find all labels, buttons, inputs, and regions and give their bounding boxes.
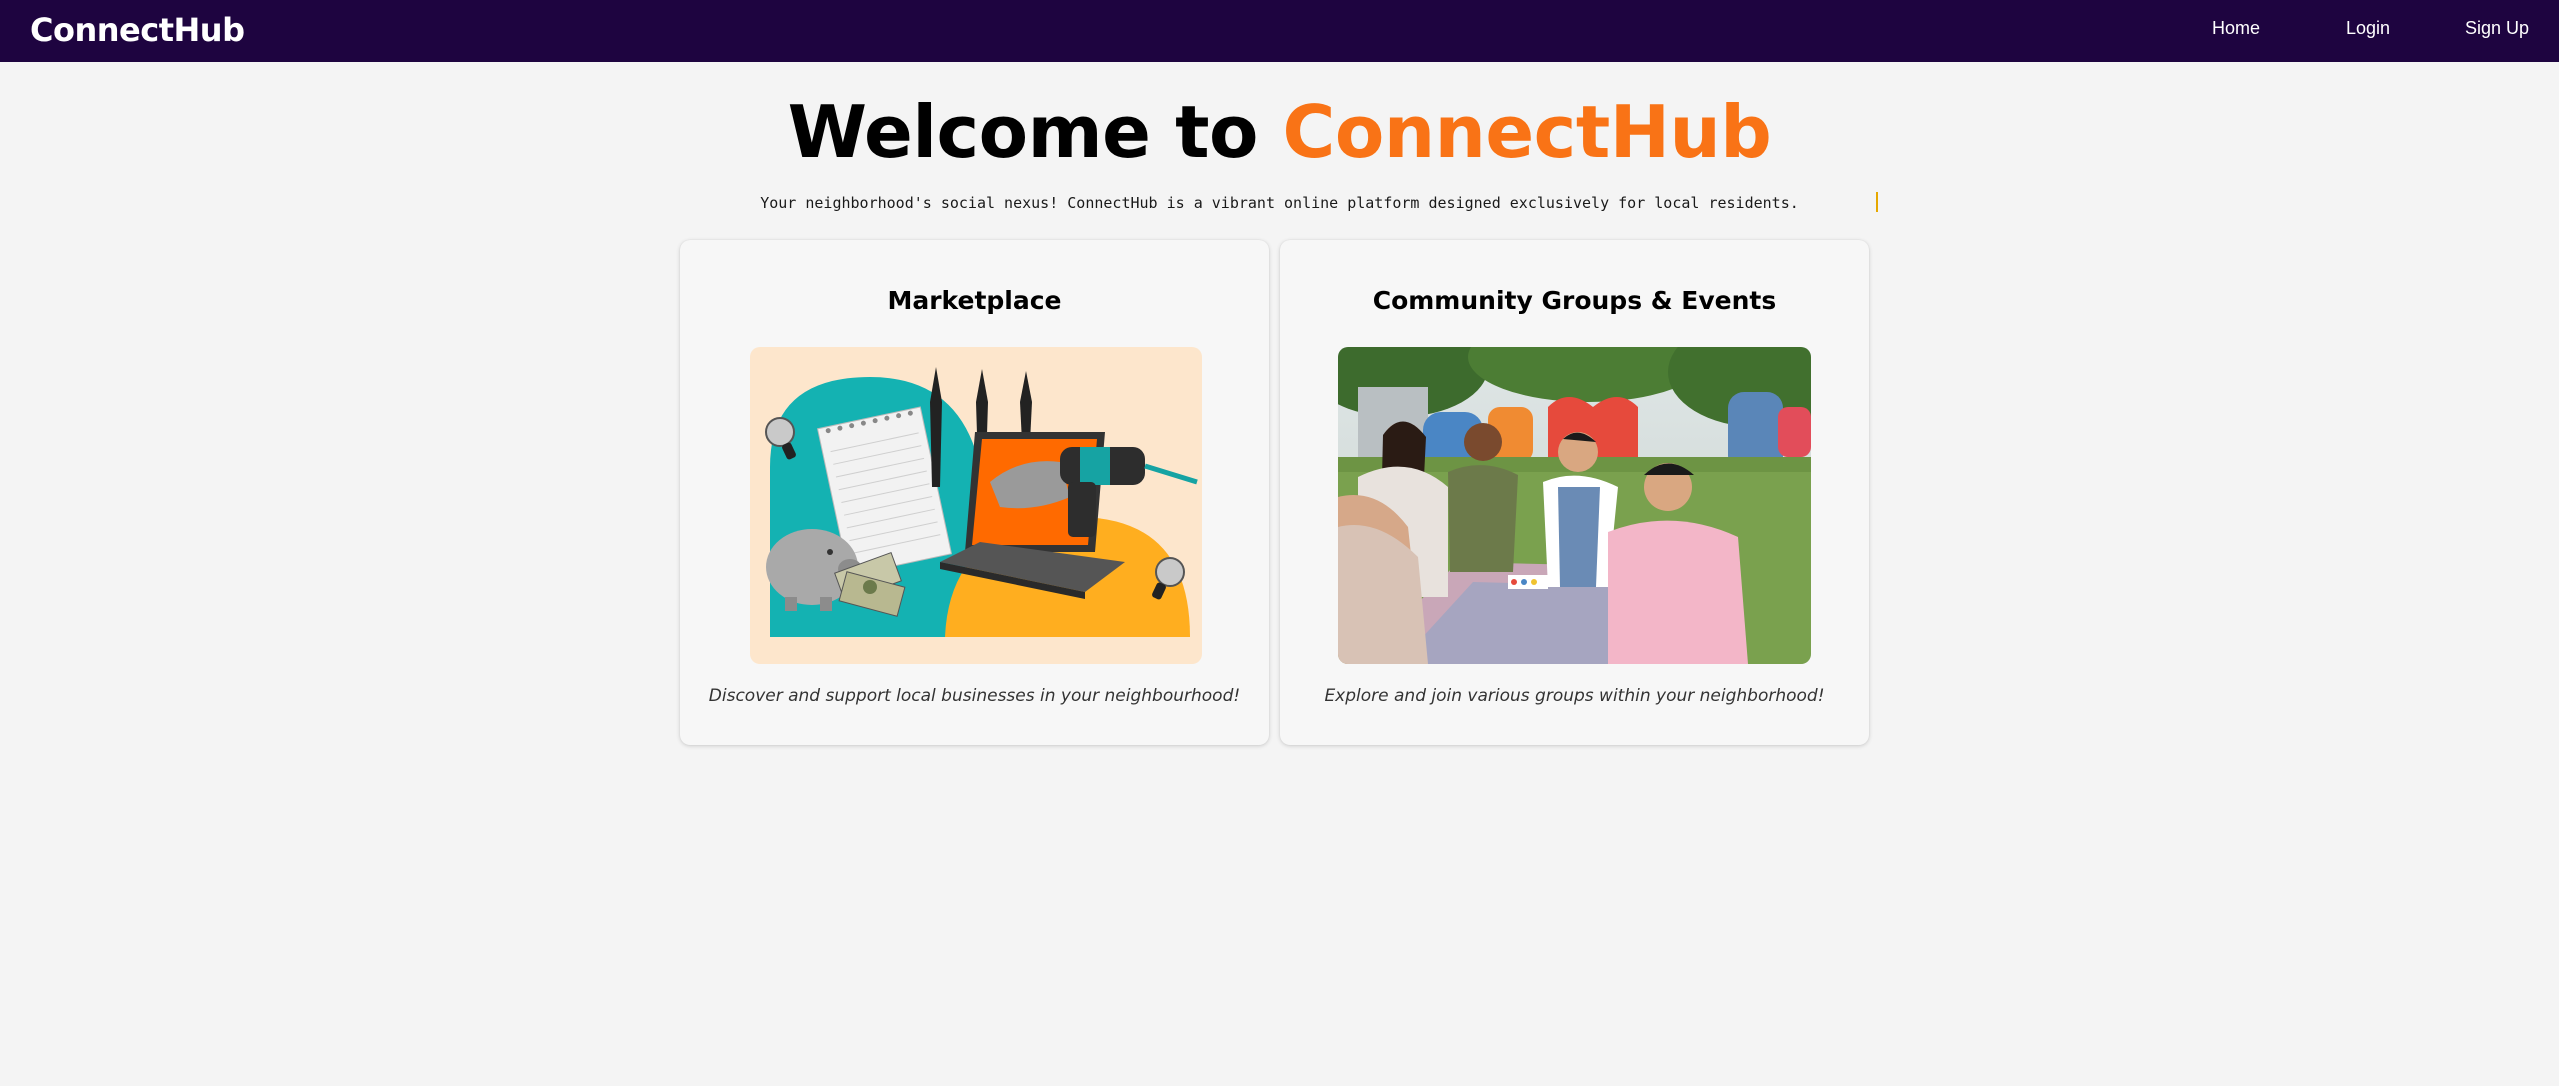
nav-home-link[interactable]: Home bbox=[2212, 18, 2260, 39]
top-navbar: ConnectHub Home Login Sign Up bbox=[0, 0, 2559, 62]
hero-title: Welcome to ConnectHub bbox=[0, 90, 2559, 174]
typing-cursor bbox=[1876, 192, 1878, 212]
hero-title-accent: ConnectHub bbox=[1282, 90, 1772, 174]
community-groups-card-description: Explore and join various groups within y… bbox=[1324, 686, 1825, 706]
community-groups-card-title: Community Groups & Events bbox=[1372, 286, 1777, 315]
brand-logo[interactable]: ConnectHub bbox=[30, 11, 245, 49]
marketplace-collage-image bbox=[750, 347, 1202, 664]
marketplace-card-title: Marketplace bbox=[887, 286, 1062, 315]
community-groups-card[interactable]: Community Groups & Events Explore and jo… bbox=[1280, 240, 1869, 745]
marketplace-card[interactable]: Marketplace Discover and support local b… bbox=[680, 240, 1269, 745]
marketplace-card-description: Discover and support local businesses in… bbox=[708, 686, 1241, 706]
community-groups-photo bbox=[1338, 347, 1811, 664]
nav-login-link[interactable]: Login bbox=[2346, 18, 2390, 39]
hero-tagline: Your neighborhood's social nexus! Connec… bbox=[760, 194, 1799, 212]
hero-title-prefix: Welcome to bbox=[787, 90, 1259, 174]
marketplace-collage-illustration bbox=[750, 347, 1202, 664]
community-picnic-photo bbox=[1338, 347, 1811, 664]
nav-signup-link[interactable]: Sign Up bbox=[2465, 18, 2529, 39]
